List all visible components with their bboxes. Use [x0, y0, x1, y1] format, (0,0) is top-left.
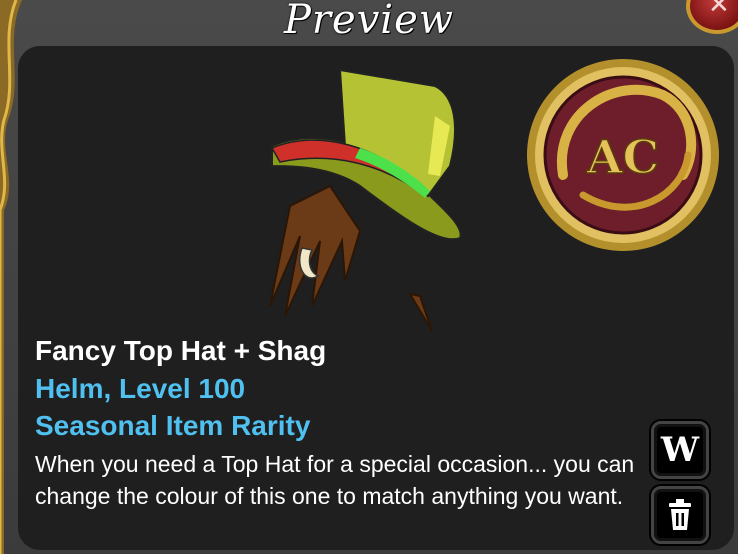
window-title: Preview [283, 0, 454, 43]
wear-button[interactable]: W [651, 421, 709, 479]
ac-currency-badge: AC [527, 59, 719, 251]
delete-button[interactable] [651, 486, 709, 544]
trash-icon [669, 499, 691, 530]
close-x-icon: ✕ [708, 0, 730, 20]
item-name: Fancy Top Hat + Shag [35, 335, 327, 366]
item-rarity: Seasonal Item Rarity [35, 410, 311, 441]
item-preview-image [269, 68, 462, 332]
wear-button-label: W [660, 430, 700, 470]
ac-badge-text: AC [586, 130, 659, 184]
item-type-level: Helm, Level 100 [35, 373, 246, 404]
item-description: When you need a Top Hat for a special oc… [35, 451, 635, 509]
